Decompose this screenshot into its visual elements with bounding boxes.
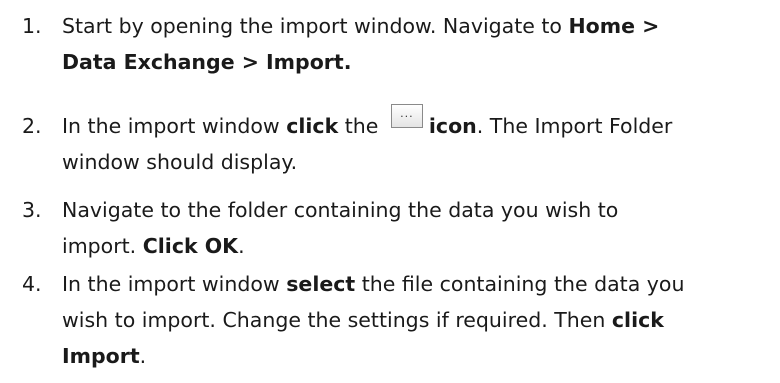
step-2-click-emphasis: click [286, 114, 339, 138]
step-4-text: In the import window select the file con… [62, 266, 780, 374]
browse-ellipsis-glyph: ... [400, 107, 414, 120]
step-1-menu-path-home: Home > [568, 14, 660, 38]
step-1-text: Start by opening the import window. Navi… [62, 8, 780, 80]
step-3-text-a: Navigate to the folder containing the da… [62, 198, 619, 222]
browse-ellipsis-icon: ... [390, 104, 423, 128]
step-2-number: 2. [22, 114, 42, 138]
step-4-import-emphasis: Import [62, 344, 140, 368]
step-3-text-line2-a: import. [62, 234, 143, 258]
step-4-text-line3-c: . [139, 344, 147, 368]
step-1-number: 1. [22, 14, 42, 38]
step-3-text: Navigate to the folder containing the da… [62, 192, 780, 264]
step-4-text-line2-a: wish to import. Change the settings if r… [62, 308, 612, 332]
step-3-click-ok-emphasis: Click OK [142, 234, 239, 258]
step-1-text-a: Start by opening the import window. Navi… [62, 14, 569, 38]
step-4-number: 4. [22, 272, 42, 296]
step-2-icon-emphasis: icon [428, 114, 477, 138]
step-4-text-c: the file containing the data you [355, 272, 685, 296]
step-4-select-emphasis: select [286, 272, 356, 296]
step-2-text-c: the [338, 114, 385, 138]
step-3-text-line2-c: . [238, 234, 245, 258]
step-2-text-line2: window should display. [62, 150, 298, 174]
step-3-number: 3. [22, 198, 42, 222]
step-4-click-emphasis: click [611, 308, 664, 332]
step-1-menu-path-import: Data Exchange > Import. [62, 50, 352, 74]
step-4-text-a: In the import window [62, 272, 287, 296]
step-2-text-a: In the import window [62, 114, 287, 138]
step-2-text-e: . The Import Folder [476, 114, 673, 138]
step-2-text: In the import window click the ... icon. … [62, 104, 780, 180]
